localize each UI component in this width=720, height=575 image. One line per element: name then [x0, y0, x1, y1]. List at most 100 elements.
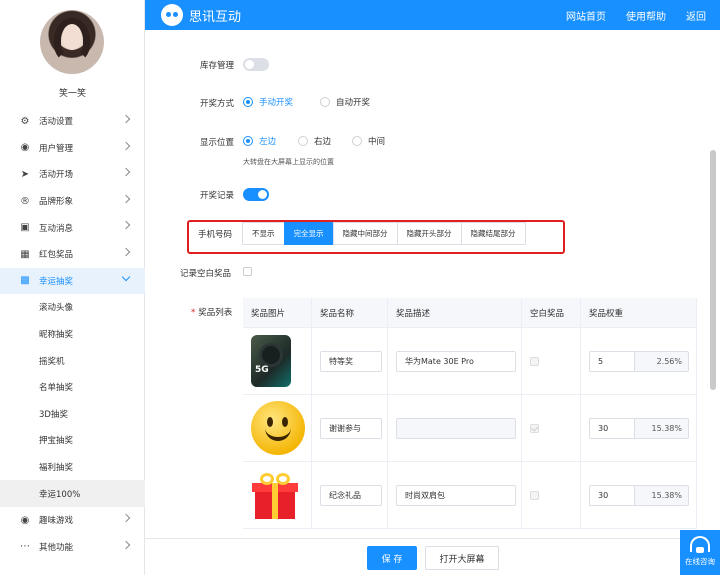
smiley-image[interactable] — [251, 401, 305, 455]
prize-name-cell: 特等奖 — [312, 328, 388, 394]
lottery-icon: ▩ — [20, 275, 30, 287]
chevron-right-icon — [121, 167, 131, 177]
header-image: 奖品图片 — [243, 298, 312, 327]
chevron-right-icon — [121, 513, 131, 523]
sidebar-subitem-avatar-scroll[interactable]: 滚动头像 — [0, 294, 145, 321]
sidebar-subitem-nickname-draw[interactable]: 昵称抽奖 — [0, 321, 145, 348]
table-row: 5G 特等奖 华为Mate 30E Pro 5 2.56% — [243, 328, 697, 395]
chevron-down-icon — [121, 272, 131, 281]
weight-input[interactable]: 5 — [589, 350, 635, 372]
avatar[interactable] — [40, 10, 104, 74]
prize-name-input[interactable]: 纪念礼品 — [320, 484, 382, 506]
sidebar-item-label: 活动开场 — [39, 170, 74, 181]
blank-checkbox[interactable] — [530, 356, 539, 366]
sidebar-subitem-lucky-100[interactable]: 幸运100% — [0, 480, 145, 507]
sidebar-subitem-3d-draw[interactable]: 3D抽奖 — [0, 401, 145, 428]
open-screen-button[interactable]: 打开大屏幕 — [425, 546, 499, 570]
send-icon: ➤ — [20, 168, 30, 180]
sidebar: 笑一笑 ⚙ 活动设置 ◉ 用户管理 ➤ 活动开场 ® 品牌形象 ▣ 互动消息 ▦… — [0, 0, 145, 575]
sidebar-item-label: 用户管理 — [39, 143, 74, 154]
weight-input[interactable]: 30 — [589, 417, 635, 439]
sidebar-subitem-slot-machine[interactable]: 摇奖机 — [0, 347, 145, 374]
position-label: 显示位置 — [200, 138, 235, 148]
sidebar-item-activity-settings[interactable]: ⚙ 活动设置 — [0, 108, 145, 135]
prize-desc-cell: 时尚双肩包 — [388, 462, 522, 528]
sidebar-subitem-welfare-draw[interactable]: 福利抽奖 — [0, 454, 145, 481]
sidebar-item-activity-opening[interactable]: ➤ 活动开场 — [0, 161, 145, 188]
prize-desc-input[interactable]: 华为Mate 30E Pro — [396, 350, 516, 372]
phone-option-hide[interactable]: 不显示 — [242, 222, 285, 245]
prize-desc-cell: 华为Mate 30E Pro — [388, 328, 522, 394]
position-right-radio[interactable]: 右边 — [298, 135, 331, 147]
nav-back-link[interactable]: 返回 — [686, 8, 706, 23]
red-packet-icon: ▦ — [20, 248, 30, 260]
position-right-label: 右边 — [314, 137, 332, 147]
chevron-right-icon — [121, 221, 131, 230]
sidebar-item-red-packet[interactable]: ▦ 红包奖品 — [0, 241, 145, 268]
sidebar-item-lucky-draw[interactable]: ▩ 幸运抽奖 — [0, 267, 145, 295]
nav-help-link[interactable]: 使用帮助 — [626, 8, 666, 23]
blank-prize-label: 记录空白奖品 — [180, 269, 232, 279]
prize-name-input[interactable]: 谢谢参与 — [320, 417, 382, 439]
weight-percent: 15.38% — [635, 417, 689, 439]
prize-desc-cell — [388, 395, 522, 461]
sidebar-item-other[interactable]: ⋯ 其他功能 — [0, 534, 145, 561]
save-button[interactable]: 保 存 — [367, 546, 417, 570]
weight-input-group: 30 15.38% — [589, 417, 689, 439]
prize-desc-input[interactable] — [396, 417, 516, 439]
prize-table-header: 奖品图片 奖品名称 奖品描述 空白奖品 奖品权重 — [243, 298, 697, 328]
prize-blank-cell — [522, 462, 581, 528]
sidebar-item-label: 红包奖品 — [39, 250, 74, 261]
position-hint: 大转盘在大屏幕上显示的位置 — [243, 158, 334, 166]
prize-desc-input[interactable]: 时尚双肩包 — [396, 484, 516, 506]
message-icon: ▣ — [20, 222, 30, 234]
draw-mode-manual-radio[interactable]: 手动开奖 — [243, 96, 293, 108]
scrollbar[interactable] — [710, 150, 716, 390]
sidebar-item-label: 幸运抽奖 — [39, 276, 74, 287]
top-bar: 思讯互动 网站首页 使用帮助 返回 — [145, 0, 720, 30]
weight-percent: 2.56% — [635, 350, 689, 372]
prize-name-input[interactable]: 特等奖 — [320, 350, 382, 372]
phone-option-hide-middle[interactable]: 隐藏中间部分 — [332, 222, 398, 245]
phone-option-hide-start[interactable]: 隐藏开头部分 — [396, 222, 462, 245]
prize-weight-cell: 30 15.38% — [581, 395, 697, 461]
prize-list-label: * 奖品列表 — [191, 306, 232, 318]
prize-image-cell — [243, 462, 312, 528]
table-row: 谢谢参与 30 15.38% — [243, 395, 697, 462]
prize-list-label-text: 奖品列表 — [198, 308, 233, 318]
prize-image-cell — [243, 395, 312, 461]
headset-icon — [690, 536, 710, 553]
blank-prize-checkbox[interactable] — [243, 267, 252, 276]
brand-name: 思讯互动 — [189, 10, 242, 25]
phone-image[interactable]: 5G — [251, 335, 291, 387]
sidebar-item-brand[interactable]: ® 品牌形象 — [0, 188, 145, 215]
phone-option-full[interactable]: 完全显示 — [283, 222, 334, 245]
header-desc: 奖品描述 — [388, 298, 522, 327]
position-center-radio[interactable]: 中间 — [352, 135, 385, 147]
draw-mode-auto-radio[interactable]: 自动开奖 — [320, 96, 370, 108]
chevron-right-icon — [121, 194, 131, 204]
chevron-right-icon — [121, 141, 131, 150]
phone-label: 手机号码 — [198, 230, 233, 240]
prize-name-cell: 谢谢参与 — [312, 395, 388, 461]
gift-image[interactable] — [251, 469, 299, 521]
top-nav: 网站首页 使用帮助 返回 — [566, 8, 706, 23]
nav-home-link[interactable]: 网站首页 — [566, 8, 606, 23]
sidebar-subitem-bet-draw[interactable]: 押宝抽奖 — [0, 427, 145, 454]
position-left-radio[interactable]: 左边 — [243, 135, 276, 147]
position-left-label: 左边 — [259, 137, 277, 147]
online-support-button[interactable]: 在线咨询 — [680, 530, 720, 575]
stock-toggle[interactable] — [243, 58, 269, 71]
sidebar-item-messages[interactable]: ▣ 互动消息 — [0, 214, 145, 241]
blank-checkbox[interactable] — [530, 423, 539, 433]
sidebar-subitem-list-draw[interactable]: 名单抽奖 — [0, 374, 145, 401]
record-toggle[interactable] — [243, 188, 269, 201]
weight-input[interactable]: 30 — [589, 484, 635, 506]
blank-checkbox[interactable] — [530, 490, 539, 500]
prize-blank-cell — [522, 328, 581, 394]
sidebar-item-fun-games[interactable]: ◉ 趣味游戏 — [0, 507, 145, 534]
sidebar-item-user-management[interactable]: ◉ 用户管理 — [0, 135, 145, 162]
app-root: 笑一笑 ⚙ 活动设置 ◉ 用户管理 ➤ 活动开场 ® 品牌形象 ▣ 互动消息 ▦… — [0, 0, 720, 575]
phone-option-hide-end[interactable]: 隐藏结尾部分 — [460, 222, 526, 245]
weight-percent: 15.38% — [635, 484, 689, 506]
